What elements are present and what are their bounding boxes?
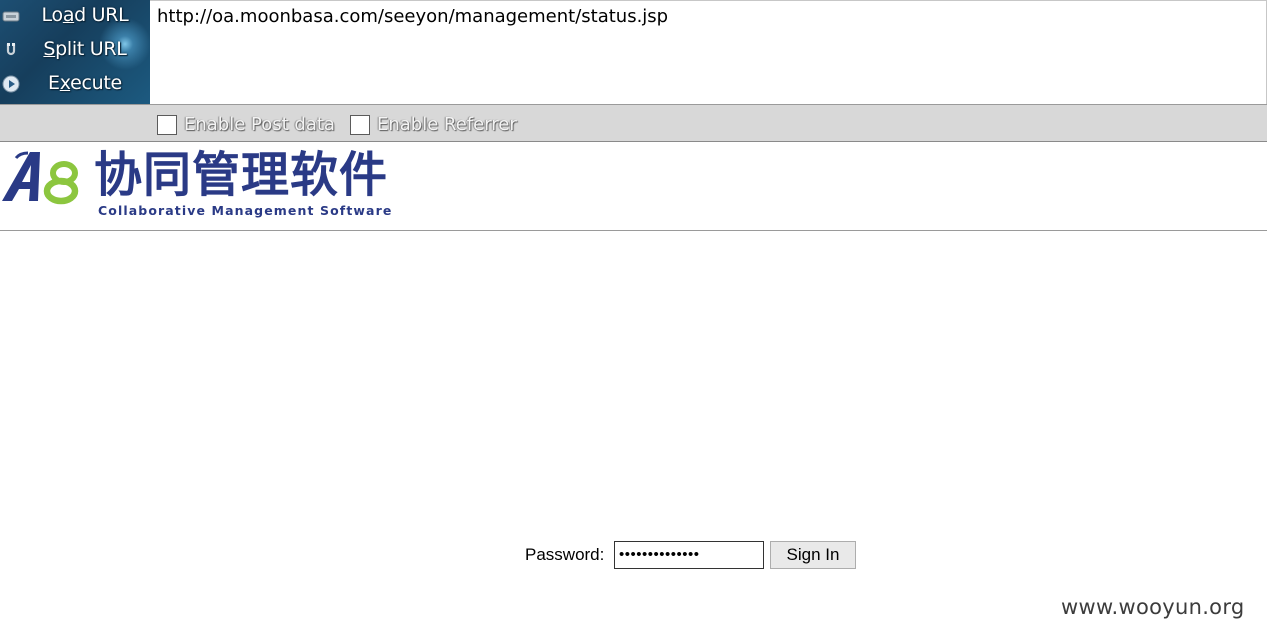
enable-referrer-label: Enable Referrer <box>377 114 517 135</box>
logo-title-cn: 协同管理软件 <box>94 147 389 203</box>
load-url-button[interactable]: Load URL <box>0 0 150 34</box>
hackbar-options-bar: Enable Post data Enable Referrer <box>0 104 1267 142</box>
url-textarea[interactable]: http://oa.moonbasa.com/seeyon/management… <box>150 0 1267 104</box>
password-label: Password: <box>525 545 605 564</box>
enable-post-data-label: Enable Post data <box>184 114 335 135</box>
password-input[interactable]: •••••••••••••• <box>614 541 764 569</box>
watermark: www.wooyun.org <box>1061 595 1245 619</box>
a8-logo-mark <box>2 151 79 205</box>
split-url-button[interactable]: Split URL <box>0 34 150 68</box>
seeyon-a8-logo: 协同管理软件 Collaborative Management Software <box>0 144 420 224</box>
checkbox-box[interactable] <box>157 115 177 135</box>
logo-subtitle-en: Collaborative Management Software <box>98 203 393 218</box>
sign-in-button[interactable]: Sign In <box>770 541 856 569</box>
header-divider <box>0 230 1267 231</box>
url-text: http://oa.moonbasa.com/seeyon/management… <box>157 6 669 27</box>
execute-button[interactable]: Execute <box>0 68 150 102</box>
checkbox-box[interactable] <box>350 115 370 135</box>
hackbar-panel: Load URL Split URL Execute <box>0 0 150 104</box>
